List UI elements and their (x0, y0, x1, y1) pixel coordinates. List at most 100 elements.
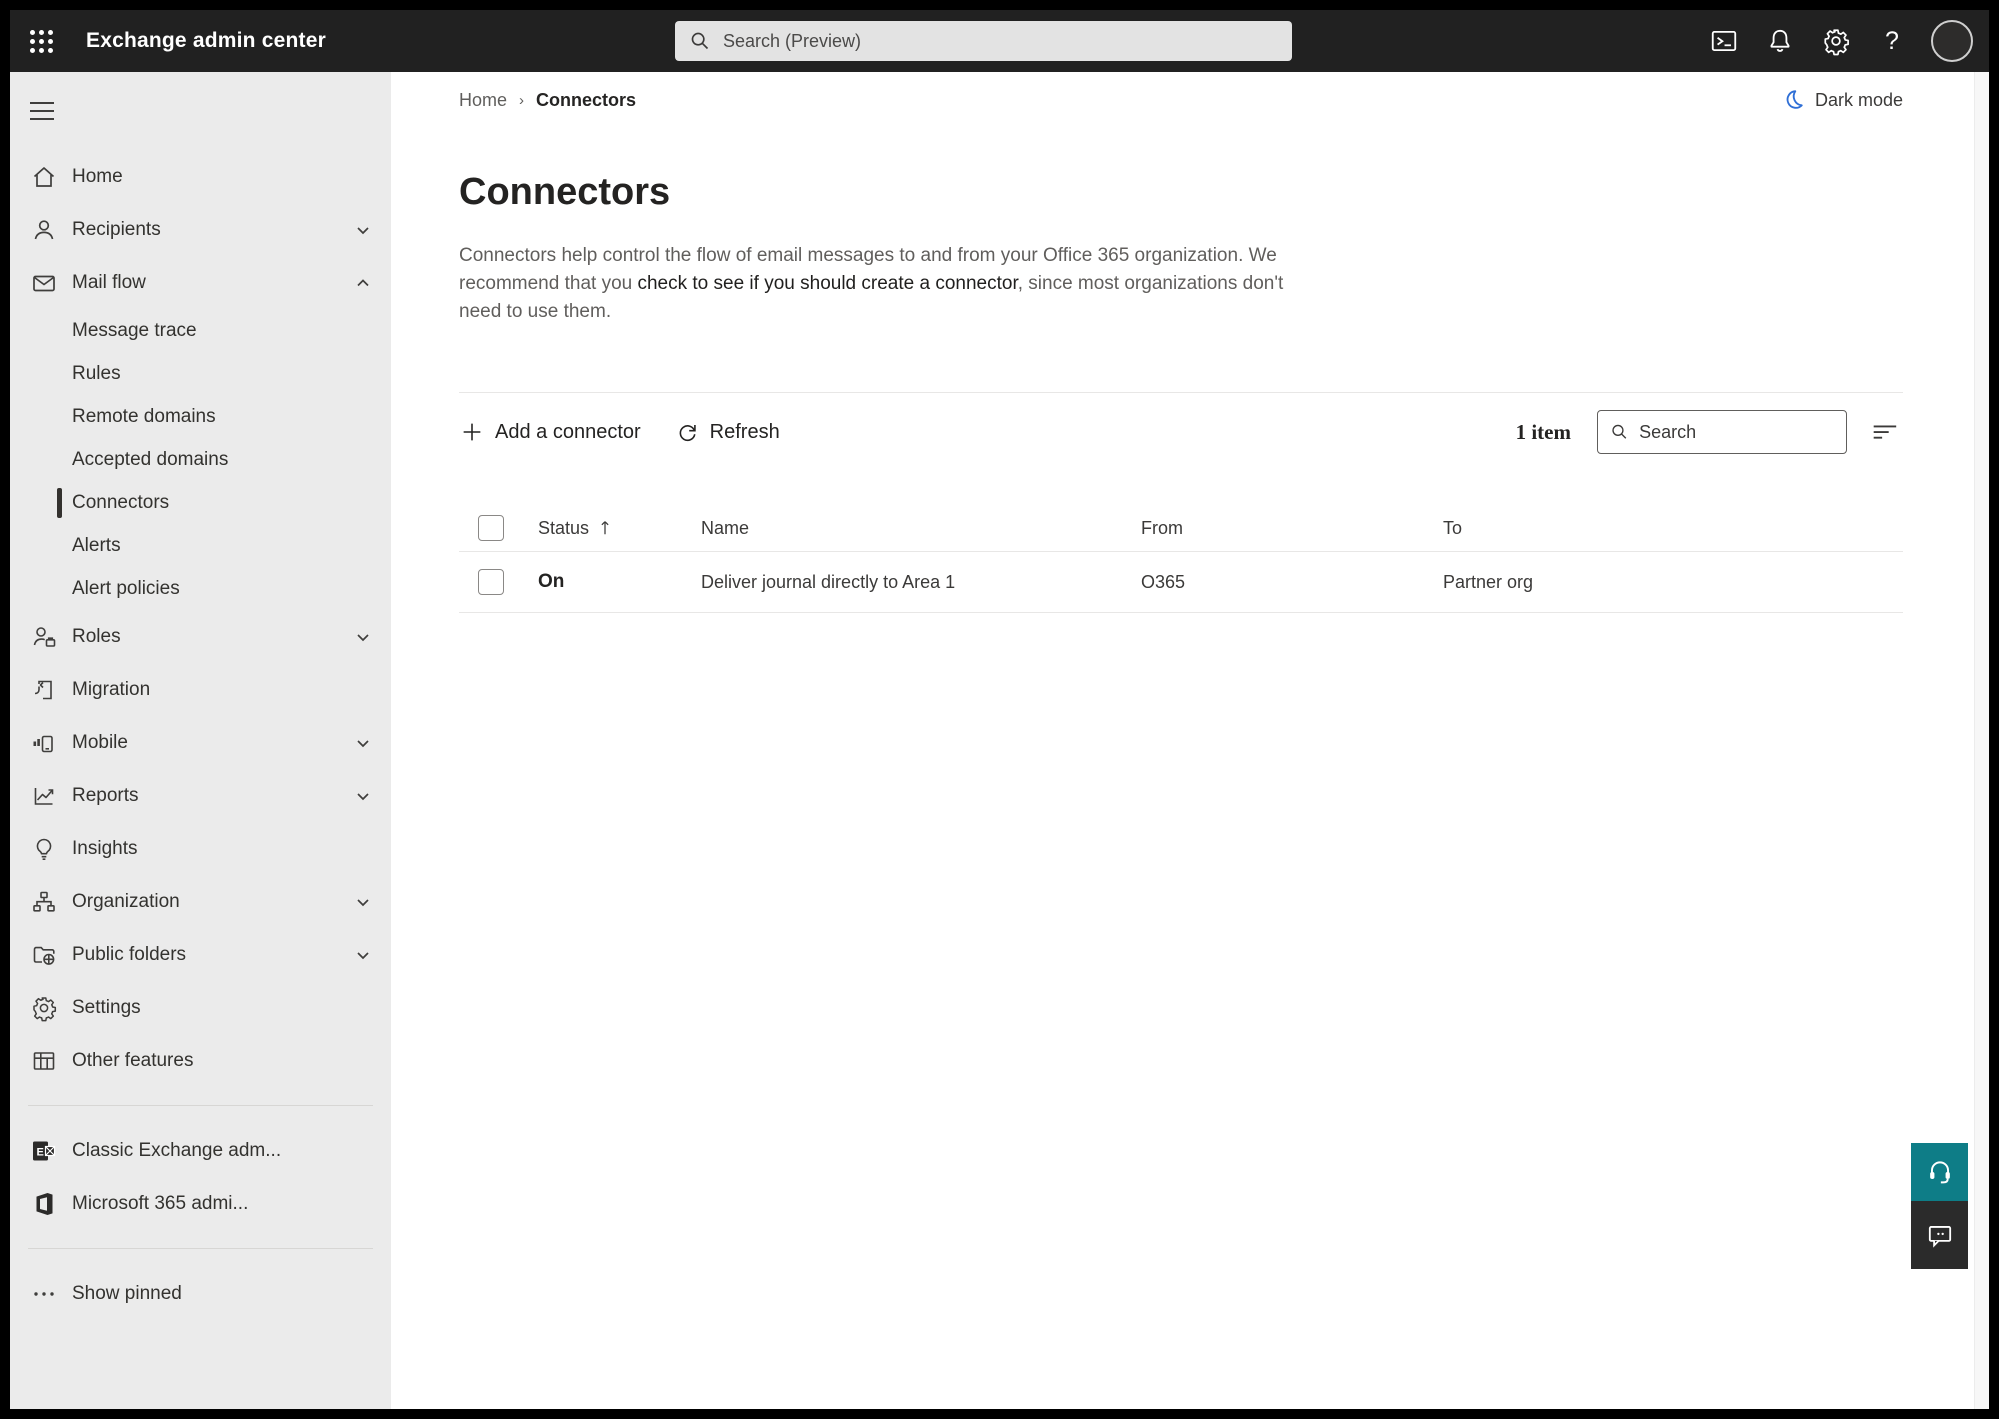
help-button[interactable]: ? (1869, 18, 1915, 64)
ellipsis-icon (34, 1291, 54, 1296)
classic-exchange-logo-icon: E (33, 1141, 56, 1160)
sidebar-item-label: Microsoft 365 admi... (72, 1192, 249, 1214)
scrollbar-track[interactable] (1974, 72, 1989, 1409)
add-connector-label: Add a connector (495, 420, 641, 443)
filter-button[interactable] (1865, 413, 1903, 451)
sidebar-item-reports[interactable]: Reports (10, 769, 391, 822)
sidebar-item-rules[interactable]: Rules (10, 352, 391, 395)
global-search-input[interactable] (723, 30, 1278, 52)
sidebar-item-public-folders[interactable]: Public folders (10, 928, 391, 981)
chevron-down-icon (357, 898, 369, 906)
list-search-box[interactable] (1597, 410, 1847, 454)
top-bar-actions: ? (1701, 10, 1973, 72)
person-icon (34, 219, 54, 239)
sidebar-item-alert-policies[interactable]: Alert policies (10, 567, 391, 610)
sidebar-item-label: Message trace (72, 319, 197, 341)
sidebar-item-label: Accepted domains (72, 448, 229, 470)
feedback-bubble-icon (1928, 1226, 1951, 1248)
sidebar-item-label: Mobile (72, 731, 128, 753)
sidebar-item-insights[interactable]: Insights (10, 822, 391, 875)
column-header-name[interactable]: Name (701, 518, 1141, 539)
row-from: O365 (1141, 571, 1186, 592)
line-chart-icon (34, 787, 54, 805)
sidebar-item-label: Organization (72, 890, 180, 912)
sidebar-divider (28, 1248, 373, 1249)
table-divider (459, 612, 1903, 613)
column-header-from[interactable]: From (1141, 518, 1443, 539)
filter-lines-icon (1873, 425, 1897, 439)
terminal-icon (1711, 30, 1737, 52)
sidebar-divider (28, 1105, 373, 1106)
sidebar-item-alerts[interactable]: Alerts (10, 524, 391, 567)
column-header-to[interactable]: To (1443, 518, 1903, 539)
svg-text:E: E (37, 1146, 44, 1158)
sidebar-item-label: Other features (72, 1049, 194, 1071)
search-icon (1612, 424, 1627, 439)
sidebar-item-classic-exchange-admin[interactable]: E Classic Exchange adm... (10, 1124, 391, 1177)
nav-collapse-button[interactable] (30, 94, 70, 128)
description-link-text[interactable]: check to see if you should create a conn… (637, 273, 1017, 294)
person-briefcase-icon (33, 626, 56, 647)
breadcrumb-separator-icon: › (519, 91, 525, 109)
notifications-button[interactable] (1757, 18, 1803, 64)
table-header-row: Status Name From To (459, 505, 1903, 551)
gear-icon (33, 996, 57, 1021)
app-launcher-button[interactable] (10, 10, 72, 72)
settings-button[interactable] (1813, 18, 1859, 64)
question-mark-icon: ? (1885, 26, 1899, 55)
table-row[interactable]: On Deliver journal directly to Area 1 O3… (459, 552, 1903, 612)
global-search-box[interactable] (675, 21, 1292, 61)
sidebar-item-show-pinned[interactable]: Show pinned (10, 1267, 391, 1320)
feedback-button[interactable] (1911, 1201, 1968, 1269)
lightbulb-icon (36, 838, 52, 860)
main-panel: Home › Connectors Dark mode Connectors C… (391, 72, 1989, 1409)
refresh-icon (679, 424, 696, 441)
mail-icon (33, 275, 55, 291)
row-name[interactable]: Deliver journal directly to Area 1 (701, 572, 1141, 593)
chevron-down-icon (357, 792, 369, 800)
sidebar-item-home[interactable]: Home (10, 150, 391, 203)
sidebar-item-roles[interactable]: Roles (10, 610, 391, 663)
sidebar-item-label: Roles (72, 625, 121, 647)
list-search-input[interactable] (1639, 421, 1834, 443)
refresh-label: Refresh (709, 420, 780, 443)
sidebar-item-organization[interactable]: Organization (10, 875, 391, 928)
sidebar-item-connectors[interactable]: Connectors (10, 481, 391, 524)
support-button[interactable] (1911, 1143, 1968, 1201)
sidebar-item-label: Settings (72, 996, 141, 1018)
sidebar-item-other-features[interactable]: Other features (10, 1034, 391, 1087)
sidebar-item-label: Reports (72, 784, 139, 806)
plus-icon (463, 423, 481, 441)
sidebar-item-migration[interactable]: Migration (10, 663, 391, 716)
account-avatar[interactable] (1931, 20, 1973, 62)
gear-icon (1824, 29, 1849, 56)
add-connector-button[interactable]: Add a connector (459, 419, 641, 445)
sidebar-item-remote-domains[interactable]: Remote domains (10, 395, 391, 438)
item-count: 1 item (1515, 419, 1571, 444)
sidebar-item-mail-flow[interactable]: Mail flow (10, 256, 391, 309)
dark-mode-toggle[interactable]: Dark mode (1781, 88, 1903, 112)
row-status: On (538, 571, 565, 592)
sidebar-item-accepted-domains[interactable]: Accepted domains (10, 438, 391, 481)
column-header-status[interactable]: Status (538, 518, 701, 539)
select-all-checkbox[interactable] (478, 515, 504, 541)
sidebar-item-mobile[interactable]: Mobile (10, 716, 391, 769)
nav-list: Home Recipients Mail flow Message trace (10, 150, 391, 1320)
home-icon (33, 166, 55, 187)
sidebar-item-label: Show pinned (72, 1282, 182, 1304)
row-checkbox[interactable] (478, 569, 504, 595)
headset-icon (1929, 1161, 1950, 1184)
sidebar-item-label: Insights (72, 837, 138, 859)
sidebar-item-label: Public folders (72, 943, 187, 965)
refresh-button[interactable]: Refresh (675, 420, 780, 445)
sidebar-item-message-trace[interactable]: Message trace (10, 309, 391, 352)
search-icon (691, 32, 709, 50)
sidebar-item-recipients[interactable]: Recipients (10, 203, 391, 256)
chevron-down-icon (357, 951, 369, 959)
breadcrumb-home-link[interactable]: Home (459, 90, 507, 111)
sidebar-item-settings[interactable]: Settings (10, 981, 391, 1034)
left-navigation: Home Recipients Mail flow Message trace (10, 72, 391, 1409)
sidebar-item-label: Remote domains (72, 405, 216, 427)
cloud-shell-button[interactable] (1701, 18, 1747, 64)
sidebar-item-microsoft-365-admin[interactable]: Microsoft 365 admi... (10, 1177, 391, 1230)
